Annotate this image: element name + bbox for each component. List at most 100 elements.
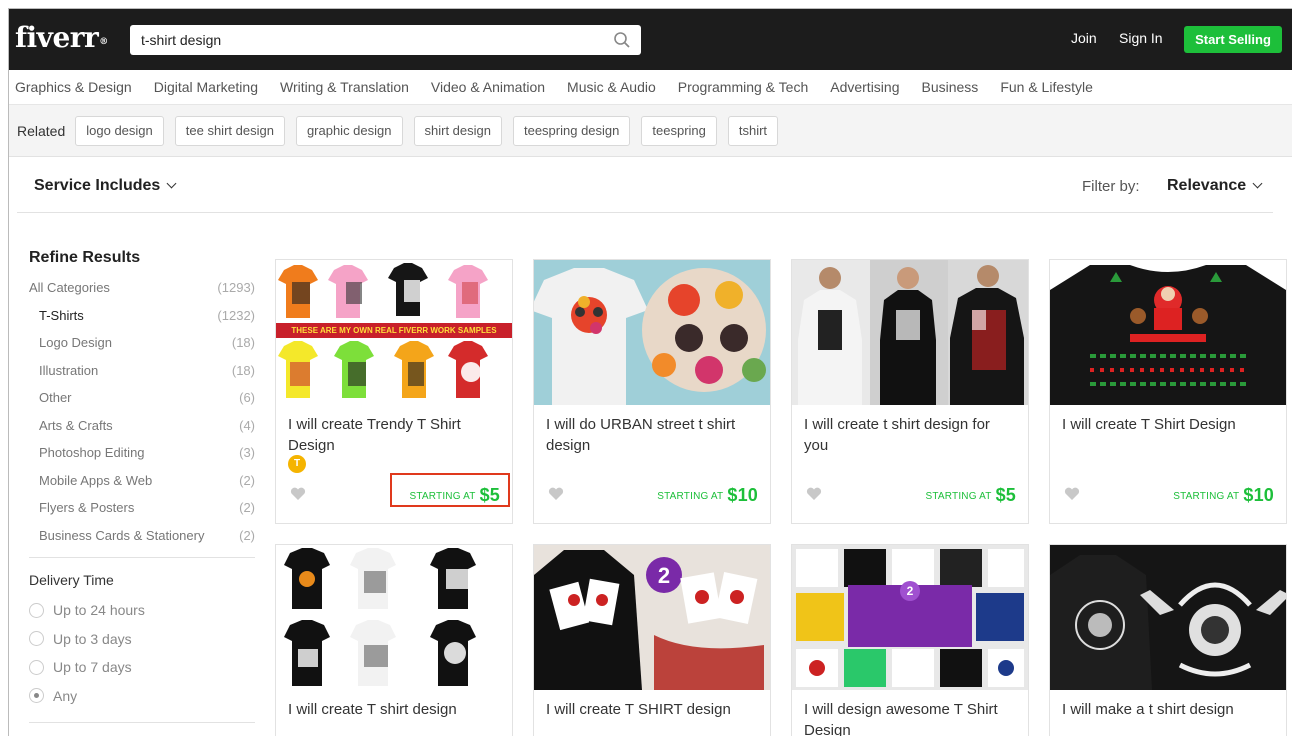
banner-text: THESE ARE MY OWN REAL FIVERR WORK SAMPLE… bbox=[276, 323, 512, 338]
category-link[interactable]: Music & Audio bbox=[567, 79, 656, 95]
gig-thumbnail[interactable]: 2 bbox=[792, 545, 1028, 690]
gig-title[interactable]: I will create t shirt design for you bbox=[792, 405, 1028, 471]
gig-title[interactable]: I will create Trendy T Shirt Design bbox=[276, 405, 512, 471]
gig-thumbnail[interactable]: THESE ARE MY OWN REAL FIVERR WORK SAMPLE… bbox=[276, 260, 512, 405]
search-input[interactable]: t-shirt design bbox=[141, 25, 601, 55]
refine-sidebar: Refine Results All Categories (1293) T-Sh… bbox=[29, 249, 255, 736]
sidebar-category[interactable]: Photoshop Editing (3) bbox=[29, 445, 255, 473]
category-link[interactable]: Fun & Lifestyle bbox=[1000, 79, 1093, 95]
category-link[interactable]: Digital Marketing bbox=[154, 79, 258, 95]
gig-card[interactable]: I will create t shirt design for you STA… bbox=[791, 259, 1029, 524]
delivery-time-title: Delivery Time bbox=[29, 572, 114, 588]
gig-title[interactable]: I will create T shirt design bbox=[276, 690, 512, 736]
gig-card[interactable]: THESE ARE MY OWN REAL FIVERR WORK SAMPLE… bbox=[275, 259, 513, 524]
gig-card[interactable]: 2 I will design awesome T Shirt Design bbox=[791, 544, 1029, 736]
svg-text:2: 2 bbox=[658, 563, 670, 588]
gig-footer: T STARTING AT $5 bbox=[276, 455, 512, 523]
sidebar-category[interactable]: Business Cards & Stationery (2) bbox=[29, 528, 255, 556]
sidebar-category[interactable]: All Categories (1293) bbox=[29, 280, 255, 308]
category-link[interactable]: Video & Animation bbox=[431, 79, 545, 95]
gig-thumbnail[interactable] bbox=[534, 260, 770, 405]
search-box[interactable]: t-shirt design bbox=[130, 25, 641, 55]
category-nav: Graphics & Design Digital Marketing Writ… bbox=[9, 70, 1292, 105]
gig-thumbnail[interactable] bbox=[1050, 260, 1286, 405]
related-searches: Related logo design tee shirt design gra… bbox=[9, 105, 1292, 157]
highlight-box bbox=[390, 473, 510, 507]
sign-in-link[interactable]: Sign In bbox=[1119, 30, 1163, 46]
category-link[interactable]: Business bbox=[922, 79, 979, 95]
chevron-down-icon bbox=[166, 178, 177, 189]
sidebar-category[interactable]: Mobile Apps & Web (2) bbox=[29, 473, 255, 501]
related-tag[interactable]: graphic design bbox=[295, 115, 403, 146]
related-tag[interactable]: tshirt bbox=[727, 115, 779, 146]
delivery-option[interactable]: Up to 7 days bbox=[29, 653, 255, 682]
radio-button[interactable] bbox=[29, 659, 44, 675]
gig-title[interactable]: I will create T Shirt Design bbox=[1050, 405, 1286, 471]
starting-price: STARTING AT $10 bbox=[657, 485, 758, 505]
filter-bar: Service Includes Filter by: Relevance bbox=[17, 157, 1273, 213]
page: fiverr® t-shirt design Join Sign In Star… bbox=[8, 8, 1292, 736]
gig-thumbnail[interactable] bbox=[792, 260, 1028, 405]
related-tag[interactable]: shirt design bbox=[413, 115, 502, 146]
lucky-winner-image: 2 bbox=[534, 550, 764, 690]
top-bar: fiverr® t-shirt design Join Sign In Star… bbox=[9, 9, 1292, 70]
heart-icon[interactable] bbox=[1064, 487, 1080, 501]
christmas-sweater-image bbox=[1050, 265, 1286, 405]
gig-thumbnail[interactable] bbox=[276, 545, 512, 690]
sidebar-category[interactable]: Illustration (18) bbox=[29, 363, 255, 391]
sidebar-category[interactable]: Flyers & Posters (2) bbox=[29, 500, 255, 528]
heart-icon[interactable] bbox=[806, 487, 822, 501]
gig-card[interactable]: I will create T Shirt Design STARTING AT… bbox=[1049, 259, 1287, 524]
skull-tshirt-image bbox=[534, 268, 766, 405]
gig-thumbnail[interactable]: 2 bbox=[534, 545, 770, 690]
join-link[interactable]: Join bbox=[1071, 30, 1097, 46]
related-tag[interactable]: teespring design bbox=[512, 115, 631, 146]
radio-button[interactable] bbox=[29, 631, 44, 647]
delivery-option[interactable]: Any bbox=[29, 682, 255, 711]
heart-icon[interactable] bbox=[548, 487, 564, 501]
gig-footer: STARTING AT $5 bbox=[792, 471, 1028, 523]
tshirt-grid-image bbox=[284, 548, 476, 686]
tshirt-mosaic-image: 2 bbox=[792, 545, 1028, 690]
fiverr-logo[interactable]: fiverr® bbox=[15, 19, 108, 57]
radio-button[interactable] bbox=[29, 602, 44, 618]
price: $5 bbox=[995, 485, 1016, 505]
sort-dropdown[interactable]: Relevance bbox=[1167, 177, 1263, 195]
category-link[interactable]: Writing & Translation bbox=[280, 79, 409, 95]
gig-thumbnail[interactable] bbox=[1050, 545, 1286, 690]
gig-card[interactable]: I will create T shirt design bbox=[275, 544, 513, 736]
search-icon[interactable] bbox=[613, 31, 631, 49]
category-link[interactable]: Advertising bbox=[830, 79, 899, 95]
gig-card[interactable]: 2 I will create T SHIRT design bbox=[533, 544, 771, 736]
gig-title[interactable]: I will design awesome T Shirt Design bbox=[792, 690, 1028, 736]
starting-price: STARTING AT $5 bbox=[925, 485, 1016, 505]
radio-button-selected[interactable] bbox=[29, 688, 44, 704]
sidebar-category[interactable]: Logo Design (18) bbox=[29, 335, 255, 363]
related-tag[interactable]: tee shirt design bbox=[174, 115, 285, 146]
start-selling-button[interactable]: Start Selling bbox=[1184, 26, 1282, 53]
related-tag[interactable]: teespring bbox=[641, 115, 717, 146]
chevron-down-icon bbox=[1252, 178, 1263, 189]
gig-card[interactable]: I will do URBAN street t shirt design ST… bbox=[533, 259, 771, 524]
seller-level-badge: T bbox=[288, 455, 306, 473]
delivery-option[interactable]: Up to 24 hours bbox=[29, 596, 255, 625]
service-includes-dropdown[interactable]: Service Includes bbox=[34, 177, 177, 195]
heart-icon[interactable] bbox=[290, 487, 306, 501]
related-label: Related bbox=[17, 122, 66, 139]
sidebar-category[interactable]: Other (6) bbox=[29, 390, 255, 418]
gig-title[interactable]: I will do URBAN street t shirt design bbox=[534, 405, 770, 471]
delivery-option[interactable]: Up to 3 days bbox=[29, 625, 255, 654]
filter-label: Filter by: bbox=[1082, 178, 1140, 195]
models-tshirt-image bbox=[792, 260, 1028, 405]
gig-title[interactable]: I will make a t shirt design bbox=[1050, 690, 1286, 736]
category-link[interactable]: Graphics & Design bbox=[15, 79, 132, 95]
gig-card[interactable]: I will make a t shirt design bbox=[1049, 544, 1287, 736]
category-link[interactable]: Programming & Tech bbox=[678, 79, 808, 95]
sidebar-category[interactable]: Arts & Crafts (4) bbox=[29, 418, 255, 446]
gig-title[interactable]: I will create T SHIRT design bbox=[534, 690, 770, 736]
sidebar-category[interactable]: T-Shirts (1232) bbox=[29, 308, 255, 336]
gig-footer: STARTING AT $10 bbox=[1050, 471, 1286, 523]
refine-title: Refine Results bbox=[29, 249, 141, 266]
divider bbox=[29, 557, 255, 558]
related-tag[interactable]: logo design bbox=[75, 115, 164, 146]
